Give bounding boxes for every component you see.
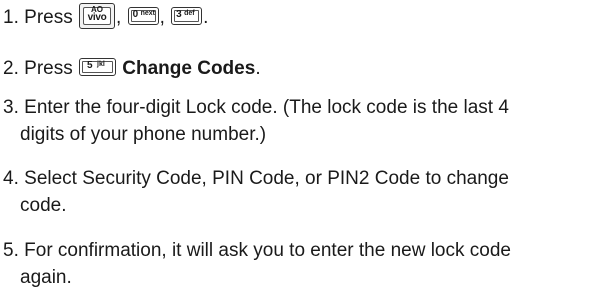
zero-next-key-icon: 0 next	[127, 6, 159, 25]
five-jkl-key-icon: 5 jkl	[79, 57, 116, 76]
step-number: 1.	[3, 7, 19, 28]
three-def-key-icon: 3 def	[171, 6, 203, 25]
step-text: Press	[24, 7, 73, 28]
step-number: 4.	[3, 168, 19, 189]
period: .	[203, 7, 209, 28]
step-5: 5. For confirmation, it will ask you to …	[3, 237, 511, 291]
step-4: 4. Select Security Code, PIN Code, or PI…	[3, 165, 509, 219]
step-text-line-2: again.	[20, 267, 72, 288]
period: .	[255, 58, 261, 79]
step-3: 3. Enter the four-digit Lock code. (The …	[3, 94, 509, 148]
step-text-line-2: digits of your phone number.)	[20, 124, 267, 145]
ao-vivo-key-icon: AO vivo	[79, 2, 115, 29]
step-number: 3.	[3, 97, 19, 118]
step-2: 2. Press 5 jkl Change Codes.	[3, 55, 261, 82]
menu-label-change-codes: Change Codes	[122, 58, 256, 79]
step-1: 1. Press AO vivo , 0 next , 3 def .	[3, 2, 209, 31]
step-number: 5.	[3, 240, 19, 261]
step-text-line-1: For confirmation, it will ask you to ent…	[24, 240, 511, 261]
separator: ,	[159, 7, 165, 28]
step-text-line-1: Enter the four-digit Lock code. (The loc…	[24, 97, 509, 118]
step-text-line-1: Select Security Code, PIN Code, or PIN2 …	[24, 168, 509, 189]
step-text-line-2: code.	[20, 195, 67, 216]
step-text: Press	[24, 58, 73, 79]
separator: ,	[116, 7, 122, 28]
step-number: 2.	[3, 58, 19, 79]
